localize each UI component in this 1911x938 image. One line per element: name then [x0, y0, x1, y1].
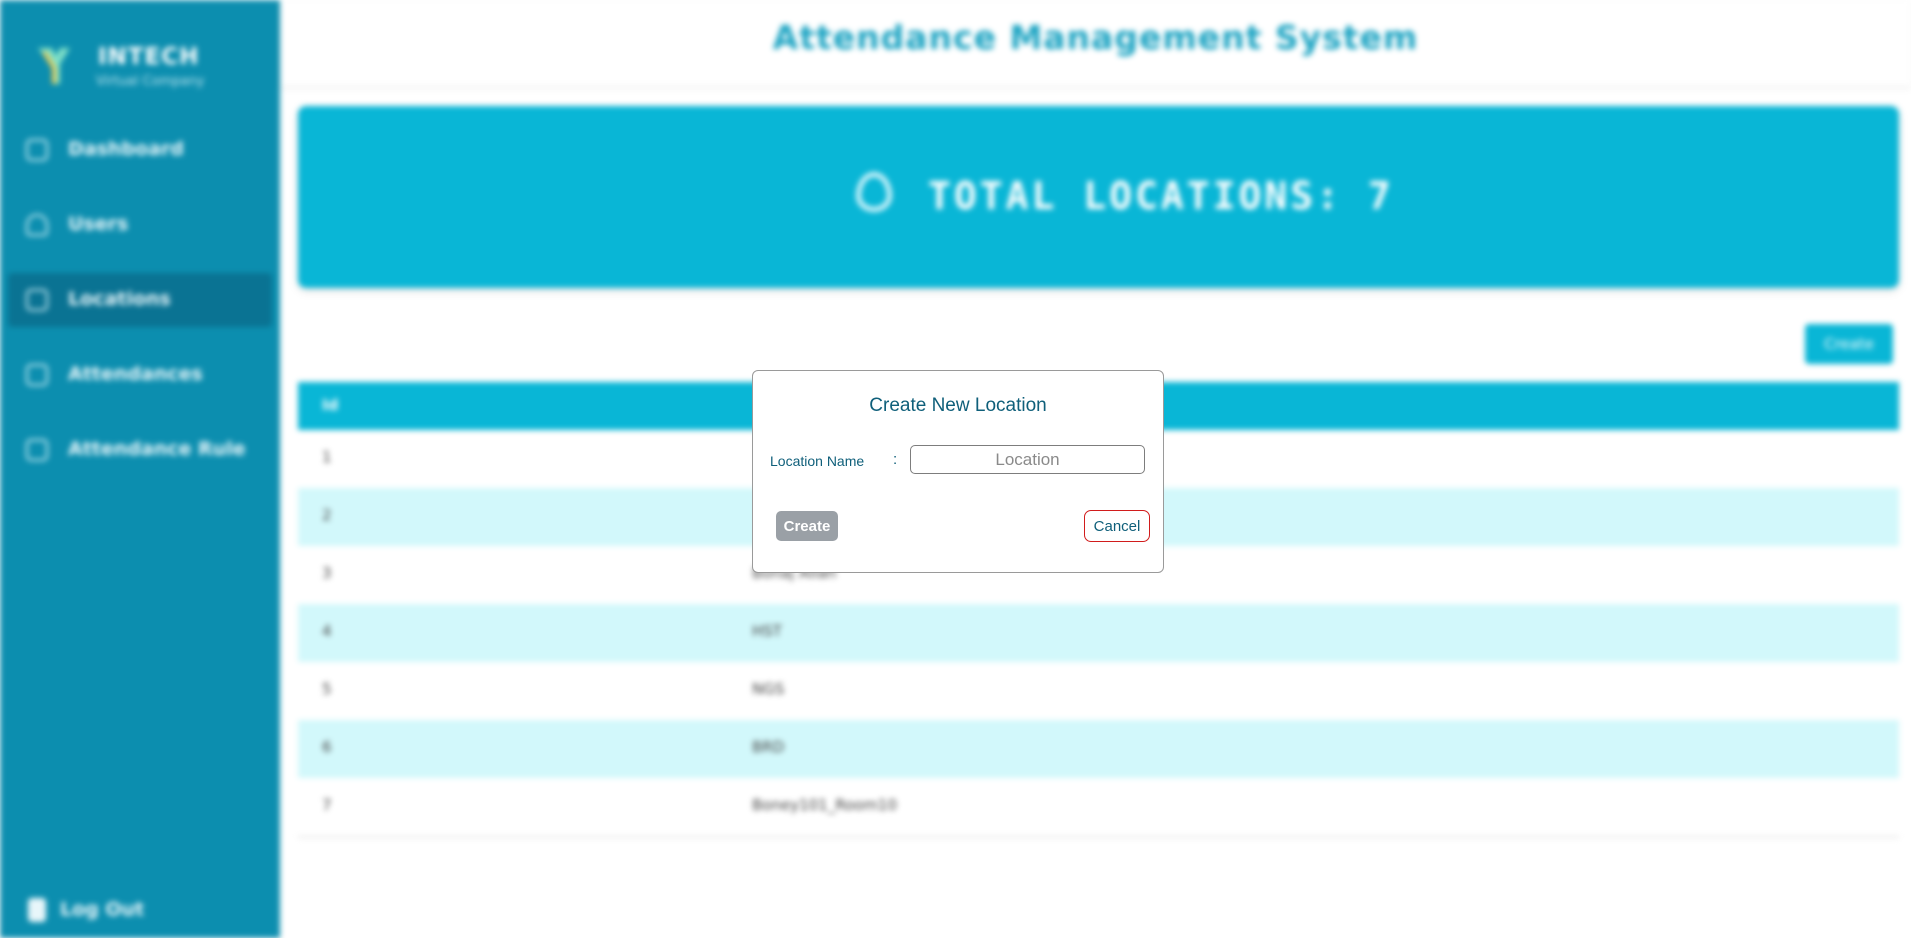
sidebar-item-dashboard[interactable]: Dashboard [8, 123, 272, 177]
field-separator: : [893, 451, 898, 468]
table-row[interactable]: 5 NGS [298, 662, 1899, 720]
column-header-id: Id [322, 396, 339, 414]
location-name-input[interactable] [910, 445, 1145, 474]
logo-name: INTECH [98, 44, 200, 70]
total-locations-banner: TOTAL LOCATIONS: 7 [298, 106, 1899, 288]
cell-id: 2 [322, 506, 332, 524]
sidebar-item-users[interactable]: Users [8, 198, 272, 252]
logout-label: Log Out [60, 898, 145, 921]
cell-id: 4 [322, 622, 332, 640]
table-divider [298, 836, 1899, 838]
sidebar-item-attendances[interactable]: Attendances [8, 348, 272, 402]
sidebar-item-label: Locations [68, 288, 171, 310]
logout-button[interactable]: Log Out [28, 898, 144, 922]
sidebar-item-label: Attendances [68, 363, 203, 385]
cell-id: 1 [322, 448, 332, 466]
company-logo: INTECH Virtual Company [34, 40, 234, 96]
cell-id: 7 [322, 796, 332, 814]
total-locations-text: TOTAL LOCATIONS: 7 [928, 174, 1394, 218]
sidebar-item-label: Dashboard [68, 138, 184, 160]
table-row[interactable]: 7 Boney101_Room10 [298, 778, 1899, 836]
location-name-label: Location Name [770, 453, 865, 469]
create-location-dialog: Create New Location Location Name : Crea… [752, 370, 1164, 573]
page-title: Attendance Management System [772, 18, 1419, 57]
rule-icon [26, 439, 48, 461]
cell-name: Boney101_Room10 [752, 796, 898, 814]
attendance-icon [26, 364, 48, 386]
dialog-title: Create New Location [869, 395, 1047, 416]
sidebar: INTECH Virtual Company Dashboard Users L… [0, 0, 280, 938]
sidebar-item-locations[interactable]: Locations [8, 273, 272, 327]
cell-name: HST [752, 622, 782, 640]
sidebar-item-attendance-rule[interactable]: Attendance Rule [8, 423, 272, 477]
dashboard-icon [26, 139, 48, 161]
table-row[interactable]: 6 BRD [298, 720, 1899, 778]
cancel-button[interactable]: Cancel [1084, 510, 1150, 542]
create-button[interactable]: Create [776, 511, 838, 541]
intech-logo-icon [38, 48, 70, 84]
top-bar: Attendance Management System [280, 0, 1911, 86]
logo-subtitle: Virtual Company [96, 74, 205, 89]
sidebar-item-label: Users [68, 213, 129, 235]
table-row[interactable]: 4 HST [298, 604, 1899, 662]
create-location-button[interactable]: Create [1805, 324, 1893, 364]
cell-id: 6 [322, 738, 332, 756]
cell-id: 3 [322, 564, 332, 582]
cell-id: 5 [322, 680, 332, 698]
location-icon [26, 289, 48, 311]
sidebar-item-label: Attendance Rule [68, 438, 246, 460]
location-pin-icon [856, 172, 892, 212]
user-icon [26, 214, 48, 236]
logout-icon [28, 898, 46, 922]
cell-name: NGS [752, 680, 785, 698]
cell-name: BRD [752, 738, 785, 756]
